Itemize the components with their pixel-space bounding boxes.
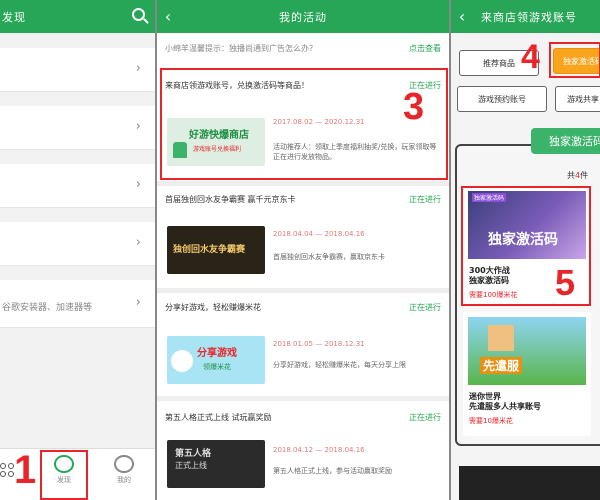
activity-date: 2018.04.12 — 2018.04.16 xyxy=(273,446,365,454)
tip-link[interactable]: 点击查看 xyxy=(409,43,441,54)
activity-date: 2018.04.04 — 2018.04.16 xyxy=(273,230,365,238)
count-prefix: 共 xyxy=(567,171,575,180)
tab-label: 游戏预约账号 xyxy=(478,94,526,104)
page-title: 我的活动 xyxy=(279,10,327,24)
user-icon xyxy=(114,455,134,473)
tip-bar: 小绵羊温馨提示：独播尚通到广告怎么办? 点击查看 xyxy=(157,33,449,63)
menu-item[interactable]: 谷歌安装器、加速器等 › xyxy=(0,280,155,328)
activity-date: 2018.01.05 — 2018.12.31 xyxy=(273,340,365,348)
apps-icon[interactable] xyxy=(0,463,14,477)
annotation-number: 4 xyxy=(521,38,540,76)
page-title: 来商店领游戏账号 xyxy=(481,10,577,24)
highlight-box xyxy=(40,450,88,500)
activity-header: 首届独创回水友争霸赛 赢千元京东卡 正在进行 xyxy=(157,188,449,205)
activity-thumbnail: 独创回水友争霸赛 xyxy=(167,226,265,274)
annotation-number: 5 xyxy=(555,262,576,303)
menu-item-label: 谷歌安装器、加速器等 xyxy=(2,303,93,313)
thumb-title: 分享游戏 xyxy=(197,348,237,359)
annotation-number: 1 xyxy=(14,448,37,492)
tab-reserved-accounts[interactable]: 游戏预约账号 xyxy=(457,86,547,112)
activity-description: 分享好游戏，轻松赚爆米花，每天分享上限 xyxy=(273,361,406,369)
activity-status: 正在进行 xyxy=(409,413,441,422)
page-title: 发现 xyxy=(2,10,26,24)
highlight-box xyxy=(549,42,600,78)
chevron-right-icon: › xyxy=(135,295,141,310)
thumb-subtitle: 正式上线 xyxy=(175,461,207,470)
banner-image[interactable] xyxy=(459,466,600,500)
top-bar: ‹ 来商店领游戏账号 xyxy=(451,0,600,33)
thumb-title: 第五人格 xyxy=(175,449,212,459)
activity-item[interactable]: 首届独创回水友争霸赛 赢千元京东卡 正在进行 独创回水友争霸赛 2018.04.… xyxy=(157,188,449,286)
activity-header: 分享好游戏，轻松赚爆米花 正在进行 xyxy=(157,294,449,313)
activity-thumbnail: 分享游戏 领爆米花 xyxy=(167,336,265,384)
annotation-number: 3 xyxy=(403,86,425,128)
activity-title: 首届独创回水友争霸赛 赢千元京东卡 xyxy=(165,195,296,204)
discover-panel: 发现 › › › › 谷歌安装器、加速器等 › 发现 我的 1 xyxy=(0,0,155,500)
store-panel: ‹ 来商店领游戏账号 推荐商品 独家激活码 游戏预约账号 游戏共享 4 独家激活… xyxy=(451,0,600,500)
chevron-right-icon: › xyxy=(135,235,141,250)
activity-item[interactable]: 分享好游戏，轻松赚爆米花 正在进行 分享游戏 领爆米花 2018.01.05 —… xyxy=(157,294,449,394)
section-label: 独家激活码 xyxy=(531,128,600,154)
thumb-title: 独创回水友争霸赛 xyxy=(173,245,246,255)
top-bar: ‹ 我的活动 xyxy=(157,0,449,33)
activity-title: 分享好游戏，轻松赚爆米花 xyxy=(165,303,261,312)
tab-shared-accounts[interactable]: 游戏共享 xyxy=(555,86,600,112)
nav-label: 我的 xyxy=(117,476,131,484)
divider xyxy=(157,181,449,186)
thumb-subtitle: 领爆米花 xyxy=(203,363,231,371)
item-count: 共4件 xyxy=(567,170,588,181)
chevron-right-icon: › xyxy=(135,61,141,76)
chevron-right-icon: › xyxy=(135,177,141,192)
chevron-right-icon: › xyxy=(135,119,141,134)
menu-item[interactable]: › xyxy=(0,106,155,150)
count-suffix: 件 xyxy=(580,171,589,180)
activity-description: 首届独创回水友争霸赛，赢取京东卡 xyxy=(273,253,385,261)
menu-item[interactable]: › xyxy=(0,48,155,92)
item-image-title: 先遣服 xyxy=(480,357,523,374)
activity-title: 第五人格正式上线 试玩赢奖励 xyxy=(165,413,272,422)
back-icon[interactable]: ‹ xyxy=(451,7,473,26)
nav-item-mine[interactable]: 我的 xyxy=(104,455,144,485)
activity-item[interactable]: 第五人格正式上线 试玩赢奖励 正在进行 第五人格 正式上线 2018.04.12… xyxy=(157,402,449,500)
divider xyxy=(157,396,449,401)
activity-thumbnail: 第五人格 正式上线 xyxy=(167,440,265,488)
item-price: 需要10爆米花 xyxy=(469,417,513,425)
item-image: 先遣服 xyxy=(468,317,586,385)
tab-label: 推荐商品 xyxy=(483,58,515,68)
my-activities-panel: ‹ 我的活动 小绵羊温馨提示：独播尚通到广告怎么办? 点击查看 来商店领游戏账号… xyxy=(157,0,449,500)
item-name: 迷你世界 先遣服多人共享账号 xyxy=(469,392,541,411)
mascot-icon xyxy=(171,350,193,372)
activity-status: 正在进行 xyxy=(409,195,441,204)
activity-header: 第五人格正式上线 试玩赢奖励 正在进行 xyxy=(157,402,449,423)
divider xyxy=(157,288,449,293)
search-icon[interactable] xyxy=(132,8,145,21)
store-item[interactable]: 先遣服 迷你世界 先遣服多人共享账号 需要10爆米花 xyxy=(463,312,591,436)
activity-description: 第五人格正式上线，参与活动赢取奖励 xyxy=(273,467,392,475)
top-bar: 发现 xyxy=(0,0,155,33)
menu-item[interactable]: › xyxy=(0,164,155,208)
tip-text: 小绵羊温馨提示：独播尚通到广告怎么办? xyxy=(165,43,314,53)
menu-item[interactable]: › xyxy=(0,222,155,266)
character-icon xyxy=(488,325,514,351)
activity-status: 正在进行 xyxy=(409,303,441,312)
tab-label: 游戏共享 xyxy=(567,94,599,104)
